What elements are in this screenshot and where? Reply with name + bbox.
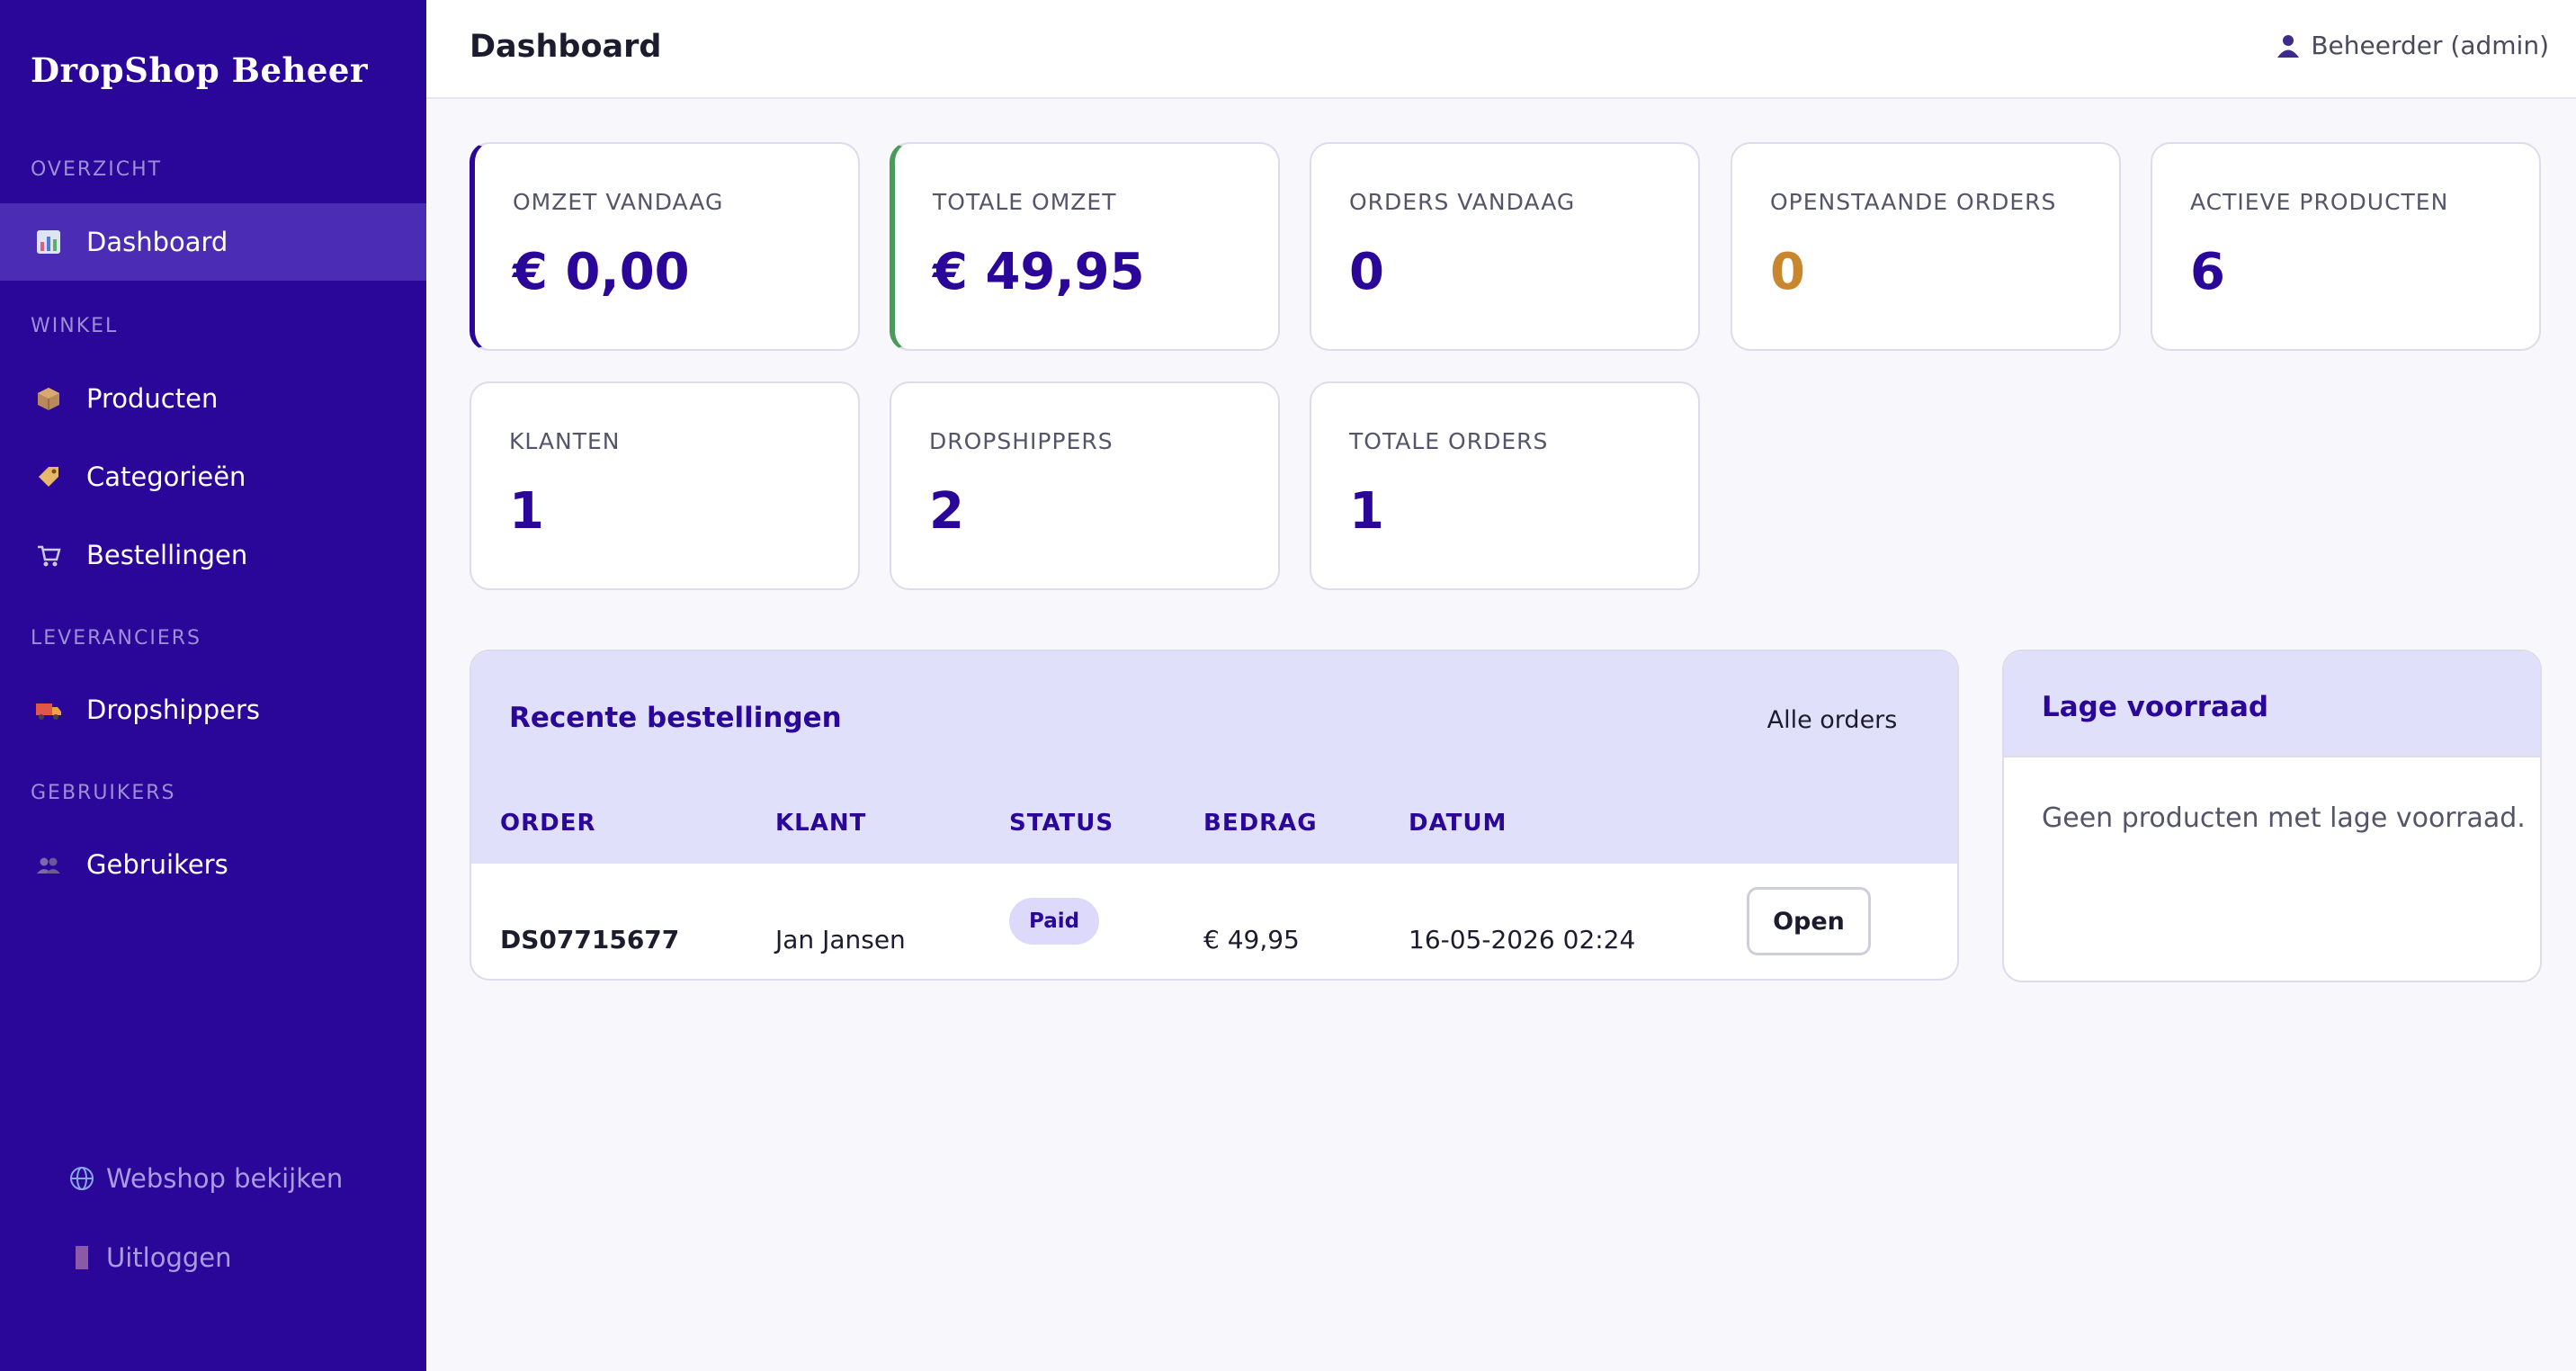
nav-section-winkel: WINKEL <box>31 315 119 337</box>
stat-value: 1 <box>509 482 544 541</box>
user-menu[interactable]: Beheerder (admin) <box>2275 31 2549 60</box>
recent-orders-title: Recente bestellingen <box>509 702 842 734</box>
column-header-status: STATUS <box>1009 810 1114 837</box>
sidebar-item-label: Dashboard <box>86 227 228 257</box>
sidebar-item-bestellingen[interactable]: Bestellingen <box>0 516 426 594</box>
recent-orders-panel: Recente bestellingen Alle orders ORDER K… <box>470 650 1959 981</box>
tag-icon <box>34 462 63 491</box>
users-icon <box>34 850 63 879</box>
topbar: Dashboard Beheerder (admin) <box>426 0 2576 99</box>
all-orders-button[interactable]: Alle orders <box>1738 687 1927 752</box>
stat-value: € 0,00 <box>513 243 690 301</box>
stat-label: OPENSTAANDE ORDERS <box>1770 189 2057 215</box>
logout-label: Uitloggen <box>106 1242 232 1273</box>
stat-label: ORDERS VANDAAG <box>1349 189 1576 215</box>
sidebar-item-categorieen[interactable]: Categorieën <box>0 438 426 515</box>
stat-value: 6 <box>2190 243 2225 301</box>
user-label: Beheerder (admin) <box>2311 31 2549 60</box>
order-amount: € 49,95 <box>1203 925 1300 954</box>
stat-value: 0 <box>1349 243 1384 301</box>
page-title: Dashboard <box>470 29 662 65</box>
stat-value: 0 <box>1770 243 1805 301</box>
user-icon <box>2275 31 2302 60</box>
sidebar: DropShop Beheer OVERZICHT Dashboard WINK… <box>0 0 426 1371</box>
order-date: 16-05-2026 02:24 <box>1409 925 1636 954</box>
low-stock-empty-message: Geen producten met lage voorraad. <box>2042 802 2526 834</box>
webshop-link-label: Webshop bekijken <box>106 1163 344 1194</box>
stat-value: € 49,95 <box>933 243 1145 301</box>
stat-card-actieve-producten: ACTIEVE PRODUCTEN 6 <box>2151 142 2541 351</box>
stat-value: 2 <box>929 482 964 541</box>
stat-card-openstaande-orders: OPENSTAANDE ORDERS 0 <box>1731 142 2121 351</box>
sidebar-item-label: Gebruikers <box>86 849 228 880</box>
nav-section-overzicht: OVERZICHT <box>31 158 163 181</box>
truck-icon <box>34 695 63 724</box>
sidebar-item-label: Bestellingen <box>86 540 248 570</box>
sidebar-item-label: Categorieën <box>86 461 246 492</box>
sidebar-item-dropshippers[interactable]: Dropshippers <box>0 671 426 748</box>
globe-icon <box>68 1164 95 1193</box>
stat-card-orders-vandaag: ORDERS VANDAAG 0 <box>1310 142 1700 351</box>
status-badge: Paid <box>1009 898 1100 945</box>
stat-label: TOTALE ORDERS <box>1349 428 1549 454</box>
low-stock-title: Lage voorraad <box>2042 691 2269 723</box>
stat-label: KLANTEN <box>509 428 621 454</box>
open-order-button[interactable]: Open <box>1747 887 1871 955</box>
column-header-order: ORDER <box>500 810 596 837</box>
webshop-link[interactable]: Webshop bekijken <box>68 1151 343 1205</box>
column-header-bedrag: BEDRAG <box>1203 810 1318 837</box>
stat-label: OMZET VANDAAG <box>513 189 724 215</box>
door-icon <box>68 1243 95 1272</box>
chart-icon <box>34 228 63 256</box>
stat-card-dropshippers: DROPSHIPPERS 2 <box>890 381 1280 590</box>
cart-icon <box>34 541 63 569</box>
stat-card-totale-orders: TOTALE ORDERS 1 <box>1310 381 1700 590</box>
stat-card-omzet-vandaag: OMZET VANDAAG € 0,00 <box>470 142 860 351</box>
stat-label: DROPSHIPPERS <box>929 428 1114 454</box>
brand-title: DropShop Beheer <box>31 50 368 90</box>
sidebar-item-producten[interactable]: Producten <box>0 360 426 437</box>
column-header-klant: KLANT <box>775 810 867 837</box>
customer-name: Jan Jansen <box>775 925 906 954</box>
sidebar-item-gebruikers[interactable]: Gebruikers <box>0 826 426 903</box>
stat-label: ACTIEVE PRODUCTEN <box>2190 189 2449 215</box>
column-header-datum: DATUM <box>1409 810 1507 837</box>
nav-section-leveranciers: LEVERANCIERS <box>31 627 202 650</box>
order-number: DS07715677 <box>500 925 680 954</box>
sidebar-item-label: Dropshippers <box>86 694 261 725</box>
package-icon <box>34 384 63 413</box>
stat-value: 1 <box>1349 482 1384 541</box>
stat-card-totale-omzet: TOTALE OMZET € 49,95 <box>890 142 1280 351</box>
sidebar-item-dashboard[interactable]: Dashboard <box>0 203 426 281</box>
sidebar-item-label: Producten <box>86 383 219 414</box>
logout-button[interactable]: Uitloggen <box>68 1231 232 1285</box>
stat-label: TOTALE OMZET <box>933 189 1117 215</box>
nav-section-gebruikers: GEBRUIKERS <box>31 782 176 804</box>
low-stock-panel: Lage voorraad Geen producten met lage vo… <box>2002 650 2542 982</box>
stat-card-klanten: KLANTEN 1 <box>470 381 860 590</box>
